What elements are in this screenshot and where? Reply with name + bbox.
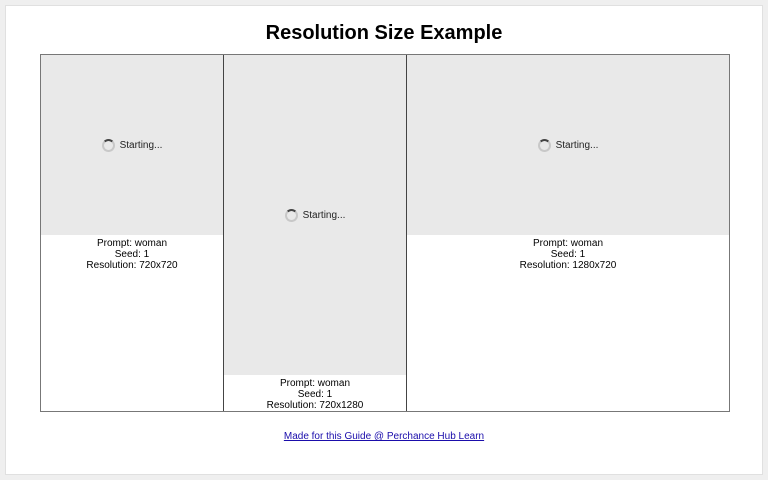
loading-status: Starting...	[302, 209, 346, 221]
image-caption: Prompt: woman Seed: 1 Resolution: 720x72…	[41, 238, 223, 271]
resolution-text: Resolution: 720x720	[86, 260, 178, 271]
resolution-text: Resolution: 1280x720	[519, 260, 617, 271]
seed-text: Seed: 1	[297, 389, 333, 400]
loading-spinner-icon	[537, 138, 551, 152]
resolution-text: Resolution: 720x1280	[266, 400, 364, 411]
image-caption: Prompt: woman Seed: 1 Resolution: 1280x7…	[407, 238, 729, 271]
loading-indicator: Starting...	[537, 138, 599, 152]
page-title: Resolution Size Example	[265, 22, 503, 44]
image-card-1280x720: Starting... Prompt: woman Seed: 1 Resolu…	[407, 55, 729, 411]
guide-link[interactable]: Made for this Guide @ Perchance Hub Lear…	[284, 431, 484, 442]
page-container: Resolution Size Example Starting... Prom…	[5, 5, 763, 475]
footer: Made for this Guide @ Perchance Hub Lear…	[6, 431, 762, 442]
image-placeholder: Starting...	[41, 55, 223, 235]
loading-status: Starting...	[555, 139, 599, 151]
loading-status: Starting...	[119, 139, 163, 151]
loading-indicator: Starting...	[101, 138, 163, 152]
prompt-text: Prompt: woman	[279, 378, 351, 389]
image-placeholder: Starting...	[224, 55, 406, 375]
image-card-720x1280: Starting... Prompt: woman Seed: 1 Resolu…	[224, 55, 407, 411]
loading-spinner-icon	[284, 208, 298, 222]
loading-indicator: Starting...	[284, 208, 346, 222]
prompt-text: Prompt: woman	[532, 238, 604, 249]
seed-text: Seed: 1	[550, 249, 586, 260]
image-grid: Starting... Prompt: woman Seed: 1 Resolu…	[40, 54, 730, 412]
loading-spinner-icon	[101, 138, 115, 152]
prompt-text: Prompt: woman	[96, 238, 168, 249]
seed-text: Seed: 1	[114, 249, 150, 260]
image-card-720x720: Starting... Prompt: woman Seed: 1 Resolu…	[41, 55, 224, 411]
image-placeholder: Starting...	[407, 55, 729, 235]
image-caption: Prompt: woman Seed: 1 Resolution: 720x12…	[224, 378, 406, 411]
